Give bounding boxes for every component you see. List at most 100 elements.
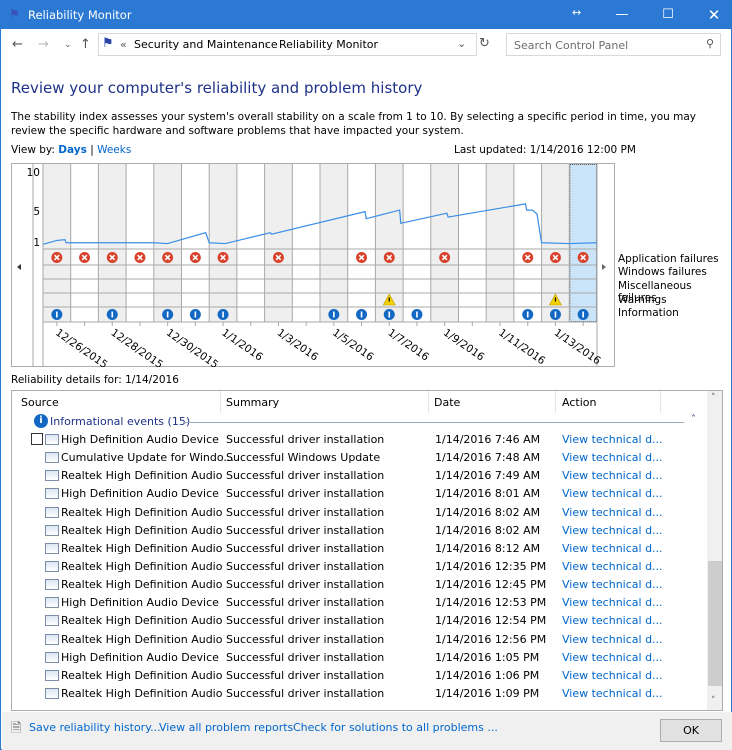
table-row[interactable]: Realtek High Definition Audio Successful … [12, 612, 707, 630]
up-button[interactable]: ↑ [80, 37, 91, 52]
warning-mark [554, 297, 557, 302]
ok-button[interactable]: OK [660, 719, 722, 742]
view-technical-details-link[interactable]: View technical d... [562, 633, 663, 646]
table-row[interactable]: Realtek High Definition Audio Successful … [12, 631, 707, 649]
table-row[interactable]: Realtek High Definition Audio Successful … [12, 540, 707, 558]
row-summary: Successful Windows Update [226, 451, 381, 465]
minimize-button[interactable]: — [599, 1, 645, 29]
close-button[interactable]: ✕ [691, 1, 732, 29]
reliability-chart[interactable]: 10 5 1 12/26/2015 12/28/2015 12/30/2015 1/1/20… [11, 163, 615, 367]
day-column[interactable] [430, 164, 459, 322]
scroll-down-icon[interactable]: ˅ [711, 696, 716, 706]
page-description: The stability index assesses your system… [11, 111, 697, 137]
window-title: Reliability Monitor [28, 8, 132, 22]
group-informational-events[interactable]: i Informational events (15) ˄ [12, 413, 707, 431]
info-mark [416, 311, 418, 318]
resize-cursor-icon: ↔ [572, 6, 582, 19]
table-row[interactable]: Realtek High Definition Audio Successful … [12, 667, 707, 685]
reliability-details-list: Source Summary Date ^ Action i Informati… [11, 390, 723, 711]
view-technical-details-link[interactable]: View technical d... [562, 578, 663, 591]
address-dropdown-icon[interactable]: ⌄ [457, 37, 466, 50]
row-date: 1/14/2016 8:12 AM [435, 541, 541, 555]
view-weeks-link[interactable]: Weeks [97, 144, 131, 156]
reliability-chart-svg[interactable]: 10 5 1 12/26/201512/28/201512/30/20151/1/20… [11, 163, 615, 367]
day-column[interactable] [486, 164, 514, 322]
maximize-button[interactable]: ☐ [645, 1, 691, 29]
scrollbar-thumb[interactable] [708, 561, 722, 686]
row-date: 1/14/2016 1:05 PM [435, 650, 540, 664]
check-solutions-link[interactable]: Check for solutions to all problems ... [293, 721, 498, 734]
recent-locations-button[interactable]: ⌄ [64, 40, 72, 50]
column-summary[interactable]: Summary [226, 396, 279, 409]
day-column[interactable] [513, 164, 542, 322]
reliability-monitor-window: ⚑ Reliability Monitor ↔ — ☐ ✕ ← → ⌄ ↑ ⚑ … [0, 0, 732, 750]
day-column[interactable] [347, 164, 376, 322]
x-tick-label: 12/28/2015 [109, 327, 165, 367]
row-date: 1/14/2016 1:09 PM [435, 686, 540, 700]
table-row[interactable]: Realtek High Definition Audio Successful … [12, 685, 707, 703]
column-divider [428, 391, 429, 413]
table-row[interactable]: Cumulative Update for Windo... Successful… [12, 449, 707, 467]
x-tick-label: 1/9/2016 [441, 327, 487, 364]
back-button[interactable]: ← [12, 37, 23, 52]
day-column[interactable] [403, 164, 431, 322]
flag-icon: ⚑ [102, 36, 114, 51]
row-checkbox[interactable] [31, 433, 43, 445]
view-technical-details-link[interactable]: View technical d... [562, 433, 663, 446]
event-document-icon [45, 434, 59, 445]
view-technical-details-link[interactable]: View technical d... [562, 506, 663, 519]
view-technical-details-link[interactable]: View technical d... [562, 542, 663, 555]
view-technical-details-link[interactable]: View technical d... [562, 669, 663, 682]
day-column[interactable] [320, 164, 348, 322]
row-summary: Successful driver installation [226, 578, 385, 592]
save-history-link[interactable]: Save reliability history... [29, 721, 161, 734]
table-row[interactable]: Realtek High Definition Audio Successful … [12, 576, 707, 594]
table-row[interactable]: High Definition Audio Device Successful d… [12, 485, 707, 503]
view-technical-details-link[interactable]: View technical d... [562, 469, 663, 482]
breadcrumb-reliability[interactable]: Reliability Monitor [279, 38, 378, 51]
view-days-link[interactable]: Days [58, 144, 87, 156]
scroll-left-icon[interactable] [17, 264, 21, 270]
row-date: 1/14/2016 12:35 PM [435, 559, 547, 573]
view-technical-details-link[interactable]: View technical d... [562, 524, 663, 537]
view-all-reports-link[interactable]: View all problem reports [159, 721, 293, 734]
row-summary: Successful driver installation [226, 469, 385, 483]
view-technical-details-link[interactable]: View technical d... [562, 687, 663, 700]
refresh-icon[interactable]: ↻ [479, 36, 490, 51]
table-row[interactable]: Realtek High Definition Audio Successful … [12, 467, 707, 485]
view-technical-details-link[interactable]: View technical d... [562, 487, 663, 500]
search-icon[interactable]: ⚲ [706, 37, 714, 50]
info-icon: i [34, 414, 48, 428]
event-document-icon [45, 597, 59, 609]
info-mark [360, 311, 363, 318]
vertical-scrollbar[interactable]: ˄ ˅ [707, 391, 722, 710]
column-date[interactable]: Date [434, 396, 460, 409]
view-technical-details-link[interactable]: View technical d... [562, 451, 663, 464]
info-mark [166, 311, 169, 318]
collapse-chevron-icon[interactable]: ˄ [691, 414, 696, 425]
scroll-up-icon[interactable]: ˄ [711, 393, 716, 403]
day-column[interactable] [458, 164, 487, 322]
table-row[interactable]: High Definition Audio Device Successful d… [12, 594, 707, 612]
view-technical-details-link[interactable]: View technical d... [562, 651, 663, 664]
view-technical-details-link[interactable]: View technical d... [562, 614, 663, 627]
column-action[interactable]: Action [562, 396, 596, 409]
view-technical-details-link[interactable]: View technical d... [562, 560, 663, 573]
column-source[interactable]: Source [21, 396, 59, 409]
day-column[interactable] [292, 164, 320, 322]
table-row[interactable]: Realtek High Definition Audio Successful … [12, 558, 707, 576]
breadcrumb-security[interactable]: Security and Maintenance [134, 38, 278, 51]
view-technical-details-link[interactable]: View technical d... [562, 596, 663, 609]
address-bar[interactable]: ⚑ « Security and Maintenance › Reliabili… [98, 33, 477, 56]
day-column[interactable] [181, 164, 210, 322]
table-row[interactable]: Realtek High Definition Audio Successful … [12, 504, 707, 522]
table-row[interactable]: High Definition Audio Device Successful d… [12, 649, 707, 667]
x-tick-label: 1/5/2016 [330, 327, 376, 364]
day-column[interactable] [236, 164, 265, 322]
table-row[interactable]: High Definition Audio Device Successful d… [12, 431, 707, 449]
scroll-right-icon[interactable] [602, 264, 606, 270]
search-input[interactable]: Search Control Panel ⚲ [506, 33, 721, 56]
day-column[interactable] [264, 164, 293, 322]
table-row[interactable]: Realtek High Definition Audio Successful … [12, 522, 707, 540]
forward-button[interactable]: → [38, 37, 49, 52]
